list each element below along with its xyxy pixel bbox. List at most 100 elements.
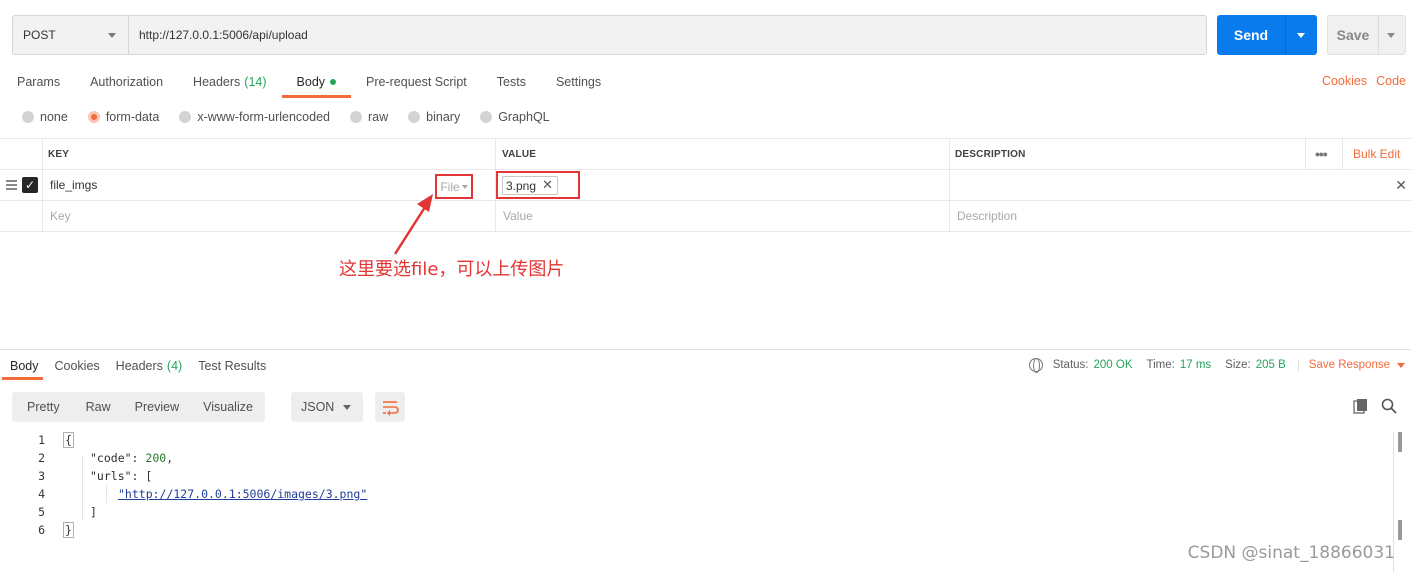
search-icon[interactable] (1381, 398, 1397, 414)
radio-label: none (40, 110, 68, 124)
annotation-text: 这里要选file，可以上传图片 (339, 259, 565, 280)
table-row-new: Key Value Description (0, 201, 1411, 232)
remove-file-icon[interactable]: ✕ (542, 177, 553, 193)
radio-none[interactable]: none (22, 110, 68, 124)
wrap-lines-icon (383, 401, 399, 416)
tab-label: Tests (496, 75, 526, 89)
annotation-arrow-icon (393, 194, 433, 255)
response-tab-cookies[interactable]: Cookies (47, 351, 108, 380)
tab-body[interactable]: Body (281, 66, 352, 98)
column-divider (949, 170, 950, 200)
line-number: 6 (38, 523, 45, 537)
column-divider (495, 139, 496, 169)
tab-params[interactable]: Params (0, 66, 75, 98)
tab-settings[interactable]: Settings (541, 66, 616, 98)
globe-icon[interactable] (1028, 358, 1043, 373)
json-number: 200 (145, 451, 167, 465)
radio-label: form-data (105, 110, 160, 124)
tab-label: Body (296, 75, 326, 89)
json-url-link[interactable]: "http://127.0.0.1:5006/images/3.png" (118, 487, 367, 501)
tab-label: Body (10, 358, 39, 373)
radio-label: x-www-form-urlencoded (197, 110, 330, 124)
column-divider (495, 201, 496, 231)
key-column-header: KEY (48, 148, 70, 160)
response-tab-body[interactable]: Body (0, 351, 47, 380)
save-options-chevron-icon[interactable] (1387, 33, 1395, 38)
line-number: 1 (38, 433, 45, 447)
send-button[interactable]: Send (1217, 15, 1317, 55)
drag-handle-icon[interactable] (6, 180, 17, 190)
bulk-edit-link[interactable]: Bulk Edit (1353, 139, 1400, 169)
value-cell[interactable]: 3.png ✕ (496, 171, 580, 199)
size-value: 205 B (1255, 359, 1286, 371)
row-enabled-checkbox[interactable]: ✓ (22, 177, 38, 193)
cookies-link[interactable]: Cookies (1322, 74, 1367, 88)
radio-circle-icon (22, 111, 34, 123)
column-divider (42, 170, 43, 200)
tab-tests[interactable]: Tests (482, 66, 541, 98)
radio-graphql[interactable]: GraphQL (480, 110, 550, 124)
bracket: { (63, 432, 74, 448)
chevron-down-icon (343, 405, 351, 410)
format-select[interactable]: JSON (291, 392, 363, 422)
wrap-lines-button[interactable] (375, 392, 405, 422)
code-link[interactable]: Code (1376, 74, 1406, 88)
save-button[interactable]: Save (1327, 15, 1406, 55)
line-number: 4 (38, 487, 45, 501)
scrollbar-thumb[interactable] (1398, 520, 1402, 540)
time-value: 17 ms (1179, 359, 1212, 371)
format-value: JSON (301, 400, 335, 414)
key-cell[interactable]: file_imgs (50, 170, 97, 200)
tab-pre-request-script[interactable]: Pre-request Script (351, 66, 482, 98)
view-pretty-button[interactable]: Pretty (12, 392, 74, 422)
response-tab-headers[interactable]: Headers (4) (108, 351, 191, 380)
tab-authorization[interactable]: Authorization (75, 66, 178, 98)
description-placeholder[interactable]: Description (957, 201, 1017, 231)
save-response-label: Save Response (1308, 359, 1390, 371)
code-text: ] (90, 505, 97, 519)
code-line: 4 "http://127.0.0.1:5006/images/3.png" (0, 485, 1390, 503)
response-actions (1353, 398, 1397, 414)
column-divider (1305, 139, 1306, 169)
copy-icon[interactable] (1353, 398, 1369, 414)
view-label: Visualize (203, 400, 253, 414)
url-input[interactable]: http://127.0.0.1:5006/api/upload (128, 15, 1207, 55)
more-options-icon[interactable]: ••• (1315, 139, 1328, 169)
column-divider (1342, 139, 1343, 169)
save-response-button[interactable]: Save Response (1297, 359, 1405, 371)
radio-form-data[interactable]: form-data (87, 110, 160, 124)
json-bracket: [ (145, 469, 153, 483)
view-preview-button[interactable]: Preview (123, 392, 191, 422)
delete-row-icon[interactable]: ✕ (1395, 177, 1407, 194)
view-label: Pretty (27, 400, 60, 414)
tab-label: Headers (115, 358, 163, 373)
response-divider (0, 349, 1411, 350)
method-select[interactable]: POST (12, 15, 128, 55)
tab-headers[interactable]: Headers (14) (178, 66, 281, 98)
view-raw-button[interactable]: Raw (74, 392, 123, 422)
view-mode-group: Pretty Raw Preview Visualize (12, 392, 265, 422)
radio-raw[interactable]: raw (350, 110, 388, 124)
response-tab-test-results[interactable]: Test Results (190, 351, 274, 380)
radio-x-www-form-urlencoded[interactable]: x-www-form-urlencoded (179, 110, 330, 124)
code-line: 5 ] (0, 503, 1390, 521)
watermark-text: CSDN @sinat_18866031 (1187, 543, 1395, 563)
headers-count: (14) (244, 75, 267, 89)
key-placeholder[interactable]: Key (50, 201, 71, 231)
view-visualize-button[interactable]: Visualize (191, 392, 265, 422)
column-divider (949, 201, 950, 231)
line-number: 2 (38, 451, 45, 465)
radio-binary[interactable]: binary (408, 110, 460, 124)
value-placeholder[interactable]: Value (503, 201, 533, 231)
response-tabs: Body Cookies Headers (4) Test Results (0, 351, 274, 380)
code-text: } (63, 522, 74, 538)
code-line: 1 { (0, 431, 1390, 449)
scrollbar-thumb[interactable] (1398, 432, 1402, 452)
send-options-chevron-icon[interactable] (1297, 33, 1305, 38)
response-status-bar: Status: 200 OK Time: 17 ms Size: 205 B S… (1028, 358, 1405, 373)
file-name: 3.png (506, 178, 537, 193)
line-number: 5 (38, 505, 45, 519)
tab-label: Params (17, 75, 61, 89)
tab-label: Test Results (198, 358, 267, 373)
file-chip: 3.png ✕ (502, 176, 558, 195)
